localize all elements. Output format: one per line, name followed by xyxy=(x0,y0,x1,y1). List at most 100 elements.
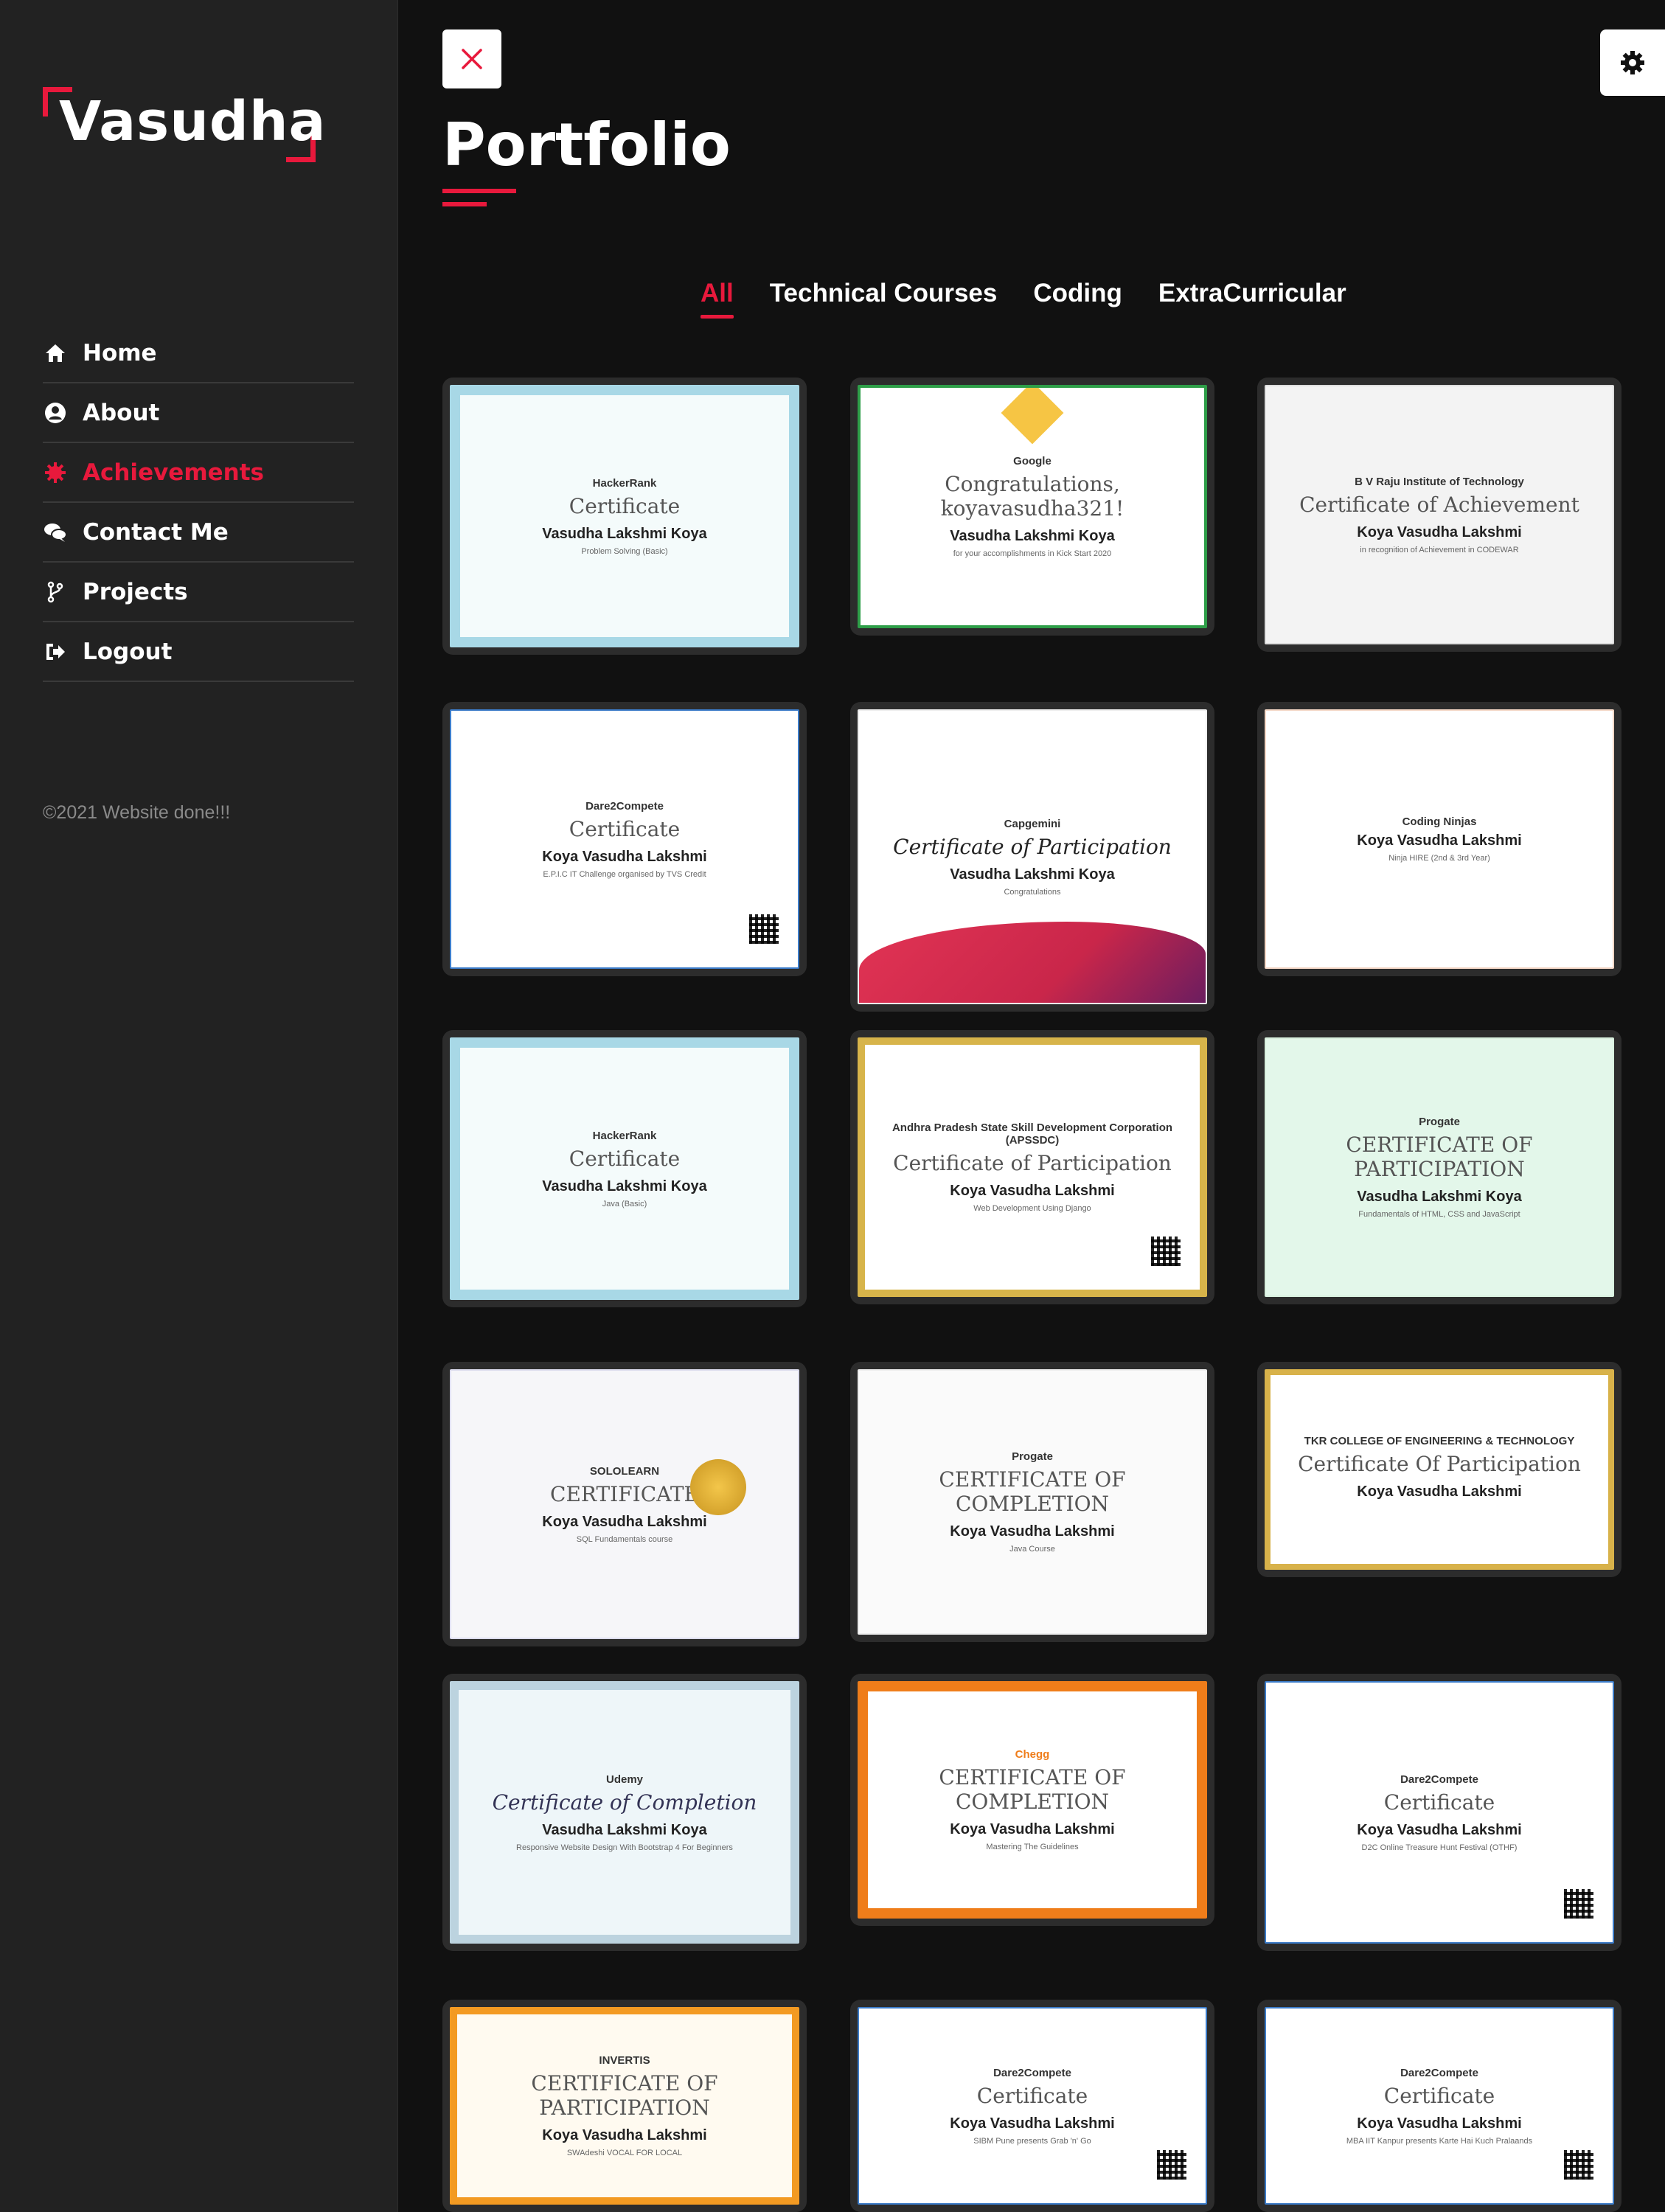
certificate-recipient: Vasudha Lakshmi Koya xyxy=(1357,1189,1522,1205)
certificate-card[interactable]: INVERTIS CERTIFICATE OF PARTICIPATION Koya… xyxy=(442,2000,807,2212)
certificate-heading: Certificate Of Participation xyxy=(1298,1451,1581,1476)
certificate-issuer: Dare2Compete xyxy=(1400,1773,1478,1786)
certificate-detail: Congratulations xyxy=(1004,887,1061,897)
sidebar: Vasudha Home About Achievements Contact … xyxy=(0,0,398,2212)
nav-item-achievements[interactable]: Achievements xyxy=(43,443,354,503)
certificate-heading: CERTIFICATE OF COMPLETION xyxy=(939,1765,1126,1814)
nav-item-label: Contact Me xyxy=(83,518,229,546)
certificate-recipient: Koya Vasudha Lakshmi xyxy=(1357,1483,1522,1500)
certificate-recipient: Koya Vasudha Lakshmi xyxy=(1357,832,1522,849)
certificate-heading: Certificate xyxy=(1383,2083,1495,2108)
certificate-card[interactable]: Progate CERTIFICATE OF COMPLETION Koya Vas… xyxy=(850,1362,1214,1642)
certificate-image: SOLOLEARN CERTIFICATE Koya Vasudha Lakshmi… xyxy=(450,1369,799,1639)
certificate-issuer: INVERTIS xyxy=(599,2054,650,2067)
certificate-image: Progate CERTIFICATE OF COMPLETION Koya Vas… xyxy=(858,1369,1207,1635)
certificate-card[interactable]: Andhra Pradesh State Skill Development C… xyxy=(850,1030,1214,1304)
certificate-card[interactable]: Chegg CERTIFICATE OF COMPLETION Koya Vasud… xyxy=(850,1674,1214,1926)
certificate-issuer: B V Raju Institute of Technology xyxy=(1355,475,1524,488)
title-underline-short xyxy=(442,202,487,206)
certificate-card[interactable]: Google Congratulations, koyavasudha321! Va… xyxy=(850,378,1214,636)
portfolio-grid: HackerRank Certificate Vasudha Lakshmi Koy… xyxy=(442,378,1622,2212)
certificate-heading: Certificate xyxy=(569,816,681,841)
certificate-recipient: Koya Vasudha Lakshmi xyxy=(1357,524,1522,540)
certificate-recipient: Vasudha Lakshmi Koya xyxy=(542,1821,707,1838)
certificate-recipient: Koya Vasudha Lakshmi xyxy=(950,1523,1115,1540)
qr-code xyxy=(1564,1889,1593,1919)
certificate-detail: Problem Solving (Basic) xyxy=(581,546,668,556)
certificate-recipient: Koya Vasudha Lakshmi xyxy=(542,2127,707,2143)
certificate-issuer: Chegg xyxy=(1015,1748,1050,1761)
certificate-issuer: Progate xyxy=(1419,1116,1460,1128)
tab-coding[interactable]: Coding xyxy=(1033,279,1122,308)
certificate-recipient: Koya Vasudha Lakshmi xyxy=(950,2115,1115,2132)
tab-extracurricular[interactable]: ExtraCurricular xyxy=(1158,279,1346,308)
home-icon xyxy=(43,341,68,366)
certificate-issuer: TKR COLLEGE OF ENGINEERING & TECHNOLOGY xyxy=(1304,1434,1575,1447)
certificate-heading: Certificate of Completion xyxy=(492,1790,757,1815)
certificate-content: TKR COLLEGE OF ENGINEERING & TECHNOLOGY C… xyxy=(1287,1391,1592,1548)
certificate-recipient: Vasudha Lakshmi Koya xyxy=(950,866,1115,883)
brand-logo[interactable]: Vasudha xyxy=(43,87,330,162)
certificate-card[interactable]: Progate CERTIFICATE OF PARTICIPATION Vasud… xyxy=(1257,1030,1621,1304)
certificate-detail: SIBM Pune presents Grab 'n' Go xyxy=(973,2136,1091,2146)
qr-code xyxy=(1151,1237,1181,1266)
page-title: Portfolio xyxy=(442,111,731,179)
certificate-content: Andhra Pradesh State Skill Development C… xyxy=(881,1061,1183,1273)
certificate-content: Coding Ninjas Koya Vasudha Lakshmi Ninja H… xyxy=(1282,727,1596,951)
certificate-heading: Certificate xyxy=(569,1146,681,1171)
certificate-card[interactable]: Capgemini Certificate of Participation Vas… xyxy=(850,702,1214,1012)
settings-button[interactable] xyxy=(1600,29,1665,96)
certificate-detail: SQL Fundamentals course xyxy=(576,1534,673,1544)
certificate-image: Dare2Compete Certificate Koya Vasudha Laks… xyxy=(450,709,799,969)
certificate-card[interactable]: HackerRank Certificate Vasudha Lakshmi Koy… xyxy=(442,1030,807,1307)
certificate-issuer: Google xyxy=(1013,455,1052,467)
certificate-content: Udemy Certificate of Completion Vasudha La… xyxy=(475,1706,774,1919)
certificate-card[interactable]: TKR COLLEGE OF ENGINEERING & TECHNOLOGY C… xyxy=(1257,1362,1621,1577)
certificate-image: HackerRank Certificate Vasudha Lakshmi Koy… xyxy=(450,1037,799,1300)
certificate-card[interactable]: Dare2Compete Certificate Koya Vasudha Laks… xyxy=(442,702,807,976)
certificate-heading: Congratulations, koyavasudha321! xyxy=(940,472,1125,521)
certificate-heading: Certificate of Participation xyxy=(893,834,1172,859)
certificate-seal xyxy=(690,1459,746,1515)
certificate-issuer: Progate xyxy=(1012,1450,1053,1463)
certificate-recipient: Vasudha Lakshmi Koya xyxy=(950,528,1115,544)
gear-icon xyxy=(1621,51,1644,74)
certificate-image: Udemy Certificate of Completion Vasudha La… xyxy=(450,1681,799,1944)
sidebar-nav: Home About Achievements Contact Me Proje… xyxy=(43,324,354,682)
nav-item-about[interactable]: About xyxy=(43,383,354,443)
nav-item-contact[interactable]: Contact Me xyxy=(43,503,354,563)
certificate-image: Andhra Pradesh State Skill Development C… xyxy=(858,1037,1207,1297)
certificate-detail: for your accomplishments in Kick Start 2… xyxy=(953,549,1112,558)
certificate-recipient: Vasudha Lakshmi Koya xyxy=(542,525,707,542)
certificate-card[interactable]: SOLOLEARN CERTIFICATE Koya Vasudha Lakshmi… xyxy=(442,1362,807,1646)
certificate-card[interactable]: Dare2Compete Certificate Koya Vasudha Laks… xyxy=(1257,2000,1621,2212)
certificate-card[interactable]: HackerRank Certificate Vasudha Lakshmi Koy… xyxy=(442,378,807,655)
copyright-text: ©2021 Website done!!! xyxy=(43,802,231,823)
certificate-recipient: Vasudha Lakshmi Koya xyxy=(542,1178,707,1194)
certificate-image: HackerRank Certificate Vasudha Lakshmi Koy… xyxy=(450,385,799,647)
close-icon xyxy=(462,49,482,69)
chat-icon xyxy=(43,520,68,545)
tab-technical-courses[interactable]: Technical Courses xyxy=(770,279,998,308)
certificate-card[interactable]: Udemy Certificate of Completion Vasudha La… xyxy=(442,1674,807,1951)
certificate-card[interactable]: Coding Ninjas Koya Vasudha Lakshmi Ninja H… xyxy=(1257,702,1621,976)
brand-name: Vasudha xyxy=(59,90,327,153)
certificate-detail: E.P.I.C IT Challenge organised by TVS Cr… xyxy=(543,869,706,879)
close-button[interactable] xyxy=(442,29,501,88)
certificate-issuer: Capgemini xyxy=(1004,817,1061,830)
certificate-content: INVERTIS CERTIFICATE OF PARTICIPATION Koya… xyxy=(473,2031,776,2181)
certificate-heading: CERTIFICATE OF PARTICIPATION xyxy=(1346,1133,1533,1181)
certificate-card[interactable]: B V Raju Institute of Technology Certific… xyxy=(1257,378,1621,652)
tab-all[interactable]: All xyxy=(701,279,734,319)
certificate-card[interactable]: Dare2Compete Certificate Koya Vasudha Laks… xyxy=(1257,1674,1621,1951)
nav-item-home[interactable]: Home xyxy=(43,324,354,383)
nav-item-label: Projects xyxy=(83,578,188,605)
nav-item-logout[interactable]: Logout xyxy=(43,622,354,682)
certificate-heading: Certificate xyxy=(569,493,681,518)
certificate-card[interactable]: Dare2Compete Certificate Koya Vasudha Laks… xyxy=(850,2000,1214,2212)
certificate-detail: Java (Basic) xyxy=(602,1199,647,1208)
certificate-image: INVERTIS CERTIFICATE OF PARTICIPATION Koya… xyxy=(450,2007,799,2205)
certificate-image: Progate CERTIFICATE OF PARTICIPATION Vasud… xyxy=(1265,1037,1614,1297)
certificate-issuer: Udemy xyxy=(605,1773,644,1786)
nav-item-projects[interactable]: Projects xyxy=(43,563,354,622)
